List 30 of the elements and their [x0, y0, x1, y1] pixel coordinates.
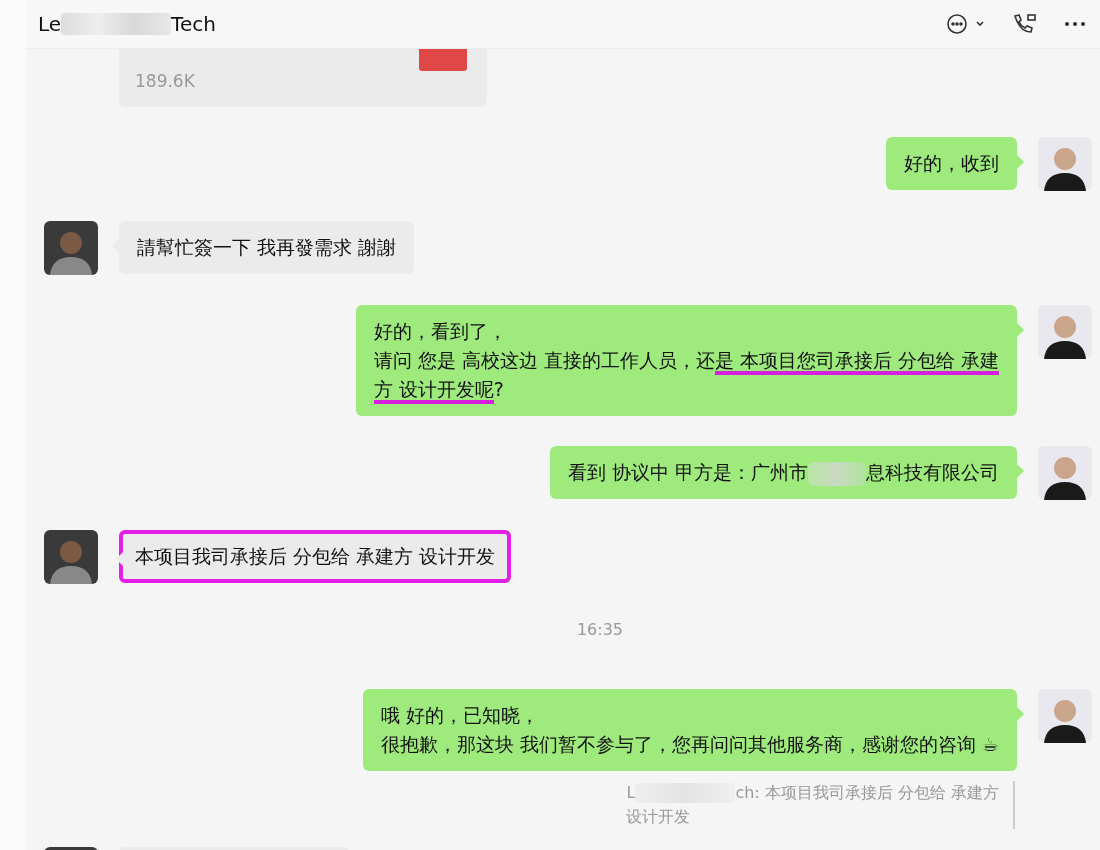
- more-icon[interactable]: [1064, 21, 1086, 27]
- avatar: [44, 221, 98, 275]
- message-text: 请问 您是 高校这边 直接的工作人员，还: [373, 349, 715, 371]
- timestamp: 16:35: [576, 620, 624, 639]
- avatar: [1038, 689, 1092, 743]
- message-text: 好的，收到: [904, 152, 999, 174]
- message-text: 是 本项目您司承接后 分包给 承建: [714, 349, 999, 375]
- message-text: ?: [493, 378, 504, 400]
- message-text: 請幫忙簽一下 我再發需求 謝謝: [137, 236, 397, 258]
- avatar: [1038, 137, 1092, 191]
- file-card[interactable]: 189.6K: [119, 49, 487, 107]
- chat-title: Tech: [171, 12, 216, 36]
- phone-icon[interactable]: [1012, 13, 1038, 35]
- quote-text: ch: 本项目我司承接后 分包给 承建方: [735, 782, 999, 804]
- quoted-reply[interactable]: L ch: 本项目我司承接后 分包给 承建方 设计开发: [626, 781, 1015, 829]
- message-text: 好的，看到了，: [373, 320, 507, 342]
- chat-bubble-icon[interactable]: [946, 13, 986, 35]
- chat-title: Le: [38, 12, 62, 36]
- message-text: 很抱歉，那这块 我们暂不参与了，您再问问其他服务商，感谢您的咨询 ☕: [380, 733, 999, 755]
- message-text: 本项目我司承接后 分包给 承建方 设计开发: [135, 545, 496, 567]
- message-text: 方 设计开发呢: [373, 378, 494, 404]
- quote-sender: L: [626, 782, 636, 804]
- message-text: 看到 协议中 甲方是：广州市: [567, 461, 808, 483]
- file-size: 189.6K: [135, 71, 195, 91]
- message-text: 息科技有限公司: [866, 461, 999, 483]
- avatar: [1038, 446, 1092, 500]
- quote-text: 设计开发: [626, 806, 691, 828]
- avatar: [44, 530, 98, 584]
- message-text: 哦 好的，已知晓，: [380, 704, 539, 726]
- avatar: [1038, 305, 1092, 359]
